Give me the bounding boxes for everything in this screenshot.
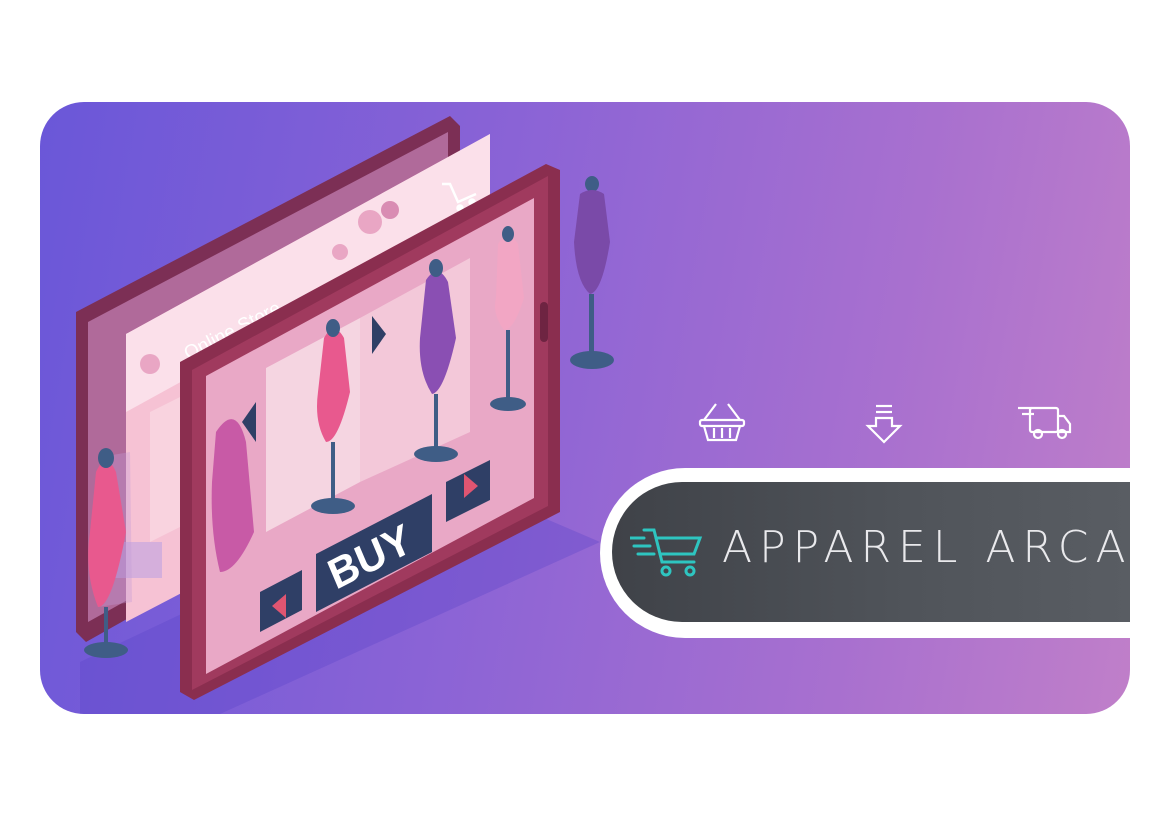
hero-banner: Online Store BUY APPAREL ARCA <box>40 102 1130 714</box>
download-arrow-icon <box>865 404 903 444</box>
delivery-truck-icon <box>1018 406 1072 440</box>
basket-icon <box>698 403 746 442</box>
brand-badge: APPAREL ARCADE <box>612 482 1130 622</box>
brand-pill: APPAREL ARCADE <box>600 468 1130 638</box>
brand-name: APPAREL ARCADE <box>722 522 1130 573</box>
shopping-cart-icon <box>630 528 703 577</box>
